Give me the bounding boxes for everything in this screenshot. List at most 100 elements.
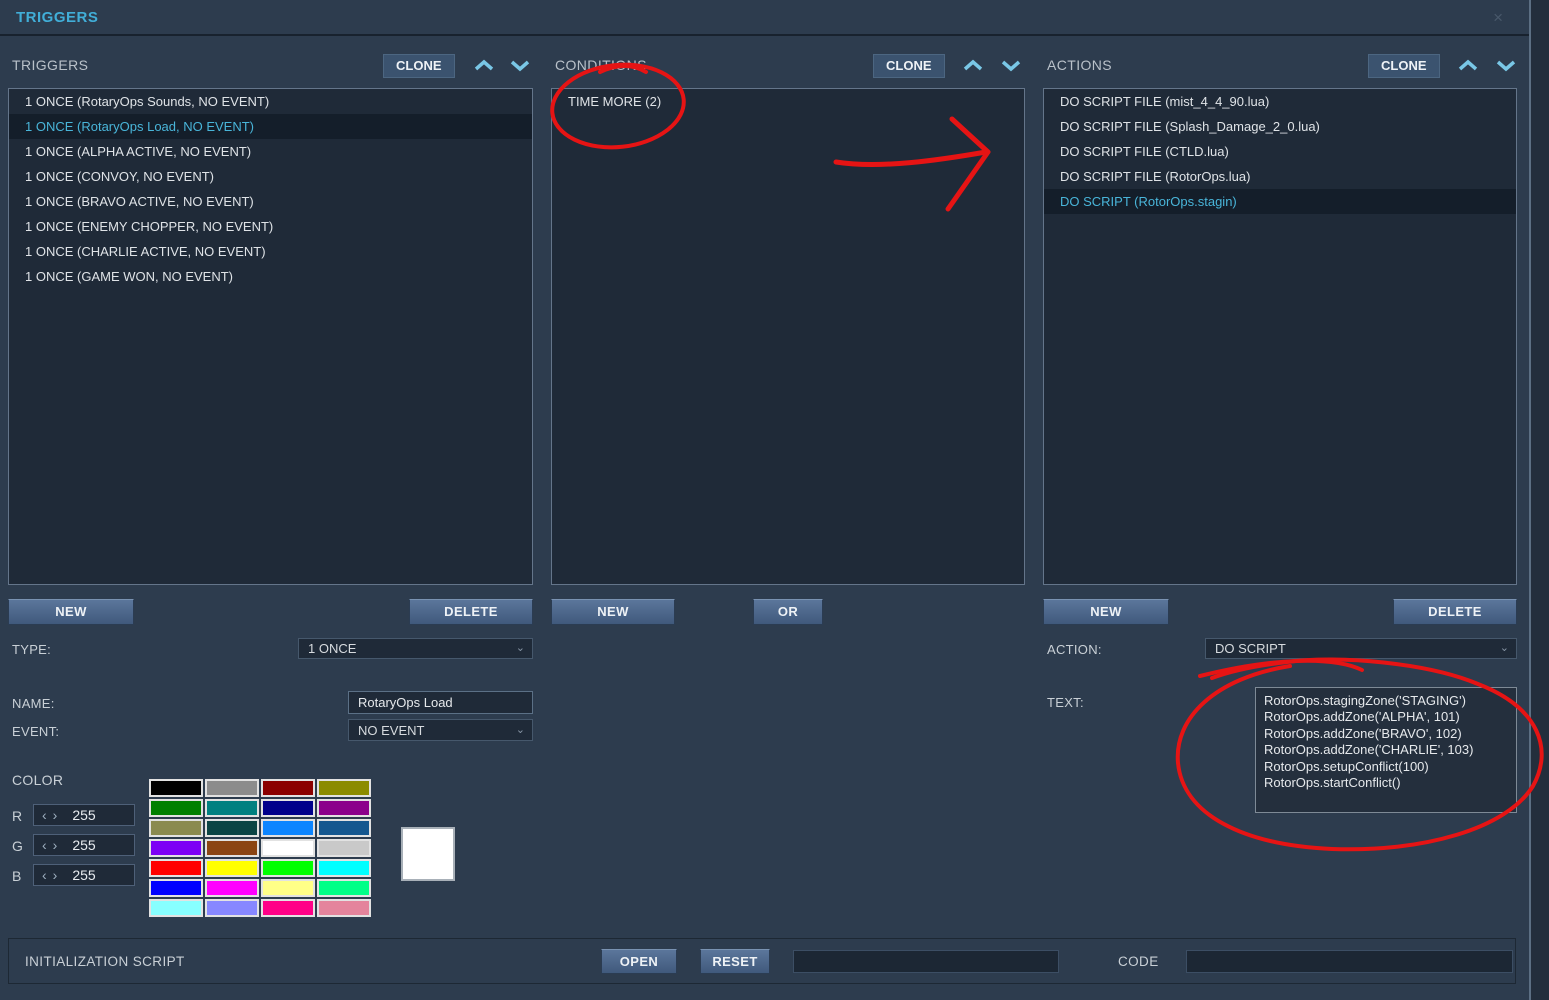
- stepper-arrows-icon[interactable]: ‹›: [34, 807, 63, 823]
- script-textarea[interactable]: RotorOps.stagingZone('STAGING') RotorOps…: [1255, 687, 1517, 813]
- stepper-arrows-icon[interactable]: ‹›: [34, 867, 63, 883]
- actions-delete-button[interactable]: DELETE: [1393, 599, 1517, 625]
- chevron-down-icon: ⌄: [1500, 643, 1509, 654]
- palette-swatch[interactable]: [149, 819, 203, 837]
- color-preview-swatch: [401, 827, 455, 881]
- list-item[interactable]: 1 ONCE (GAME WON, NO EVENT): [9, 264, 532, 289]
- green-value: 255: [63, 837, 95, 853]
- palette-swatch[interactable]: [205, 799, 259, 817]
- list-item[interactable]: DO SCRIPT FILE (Splash_Damage_2_0.lua): [1044, 114, 1516, 139]
- actions-new-button[interactable]: NEW: [1043, 599, 1169, 625]
- list-item[interactable]: TIME MORE (2): [552, 89, 1024, 114]
- list-item[interactable]: 1 ONCE (RotaryOps Load, NO EVENT): [9, 114, 532, 139]
- initialization-script-label: INITIALIZATION SCRIPT: [25, 954, 185, 969]
- list-item[interactable]: DO SCRIPT FILE (RotorOps.lua): [1044, 164, 1516, 189]
- palette-swatch[interactable]: [317, 899, 371, 917]
- text-label: TEXT:: [1047, 695, 1084, 710]
- red-stepper[interactable]: ‹› 255: [33, 804, 135, 826]
- type-dropdown[interactable]: 1 ONCE ⌄: [298, 638, 533, 659]
- code-label: CODE: [1118, 954, 1159, 969]
- palette-swatch[interactable]: [205, 859, 259, 877]
- list-item[interactable]: DO SCRIPT (RotorOps.stagin): [1044, 189, 1516, 214]
- color-palette: [148, 778, 372, 918]
- list-item[interactable]: 1 ONCE (ALPHA ACTIVE, NO EVENT): [9, 139, 532, 164]
- palette-swatch[interactable]: [205, 899, 259, 917]
- palette-swatch[interactable]: [149, 899, 203, 917]
- blue-value: 255: [63, 867, 95, 883]
- palette-swatch[interactable]: [149, 799, 203, 817]
- action-value: DO SCRIPT: [1215, 641, 1286, 656]
- palette-swatch[interactable]: [205, 819, 259, 837]
- palette-swatch[interactable]: [261, 899, 315, 917]
- type-label: TYPE:: [12, 642, 51, 657]
- conditions-or-button[interactable]: OR: [753, 599, 823, 625]
- palette-swatch[interactable]: [317, 859, 371, 877]
- triggers-column-header: TRIGGERS: [12, 57, 88, 73]
- actions-clone-button[interactable]: CLONE: [1368, 54, 1440, 78]
- close-icon[interactable]: ×: [1493, 8, 1503, 28]
- conditions-list: TIME MORE (2): [551, 88, 1025, 585]
- blue-stepper[interactable]: ‹› 255: [33, 864, 135, 886]
- reset-button[interactable]: RESET: [700, 949, 770, 974]
- triggers-move-down-icon[interactable]: [509, 58, 531, 73]
- list-item[interactable]: 1 ONCE (BRAVO ACTIVE, NO EVENT): [9, 189, 532, 214]
- actions-list: DO SCRIPT FILE (mist_4_4_90.lua)DO SCRIP…: [1043, 88, 1517, 585]
- palette-swatch[interactable]: [149, 779, 203, 797]
- palette-swatch[interactable]: [205, 839, 259, 857]
- chevron-down-icon: ⌄: [516, 725, 525, 736]
- actions-move-up-icon[interactable]: [1457, 58, 1479, 73]
- palette-swatch[interactable]: [317, 879, 371, 897]
- palette-swatch[interactable]: [261, 879, 315, 897]
- color-label: COLOR: [12, 772, 63, 788]
- conditions-new-button[interactable]: NEW: [551, 599, 675, 625]
- palette-swatch[interactable]: [205, 779, 259, 797]
- palette-swatch[interactable]: [317, 819, 371, 837]
- list-item[interactable]: 1 ONCE (CHARLIE ACTIVE, NO EVENT): [9, 239, 532, 264]
- list-item[interactable]: 1 ONCE (RotaryOps Sounds, NO EVENT): [9, 89, 532, 114]
- event-label: EVENT:: [12, 724, 59, 739]
- chevron-down-icon: ⌄: [516, 643, 525, 654]
- palette-swatch[interactable]: [149, 879, 203, 897]
- stepper-arrows-icon[interactable]: ‹›: [34, 837, 63, 853]
- palette-swatch[interactable]: [317, 839, 371, 857]
- palette-swatch[interactable]: [317, 779, 371, 797]
- blue-channel-label: B: [12, 868, 22, 884]
- list-item[interactable]: 1 ONCE (CONVOY, NO EVENT): [9, 164, 532, 189]
- palette-swatch[interactable]: [149, 859, 203, 877]
- palette-swatch[interactable]: [205, 879, 259, 897]
- palette-swatch[interactable]: [261, 799, 315, 817]
- palette-swatch[interactable]: [317, 799, 371, 817]
- palette-swatch[interactable]: [261, 819, 315, 837]
- conditions-column-header: CONDITIONS: [555, 57, 647, 73]
- name-label: NAME:: [12, 696, 55, 711]
- triggers-delete-button[interactable]: DELETE: [409, 599, 533, 625]
- conditions-move-up-icon[interactable]: [962, 58, 984, 73]
- list-item[interactable]: DO SCRIPT FILE (mist_4_4_90.lua): [1044, 89, 1516, 114]
- palette-swatch[interactable]: [261, 779, 315, 797]
- palette-swatch[interactable]: [261, 859, 315, 877]
- code-input[interactable]: [1186, 950, 1513, 973]
- actions-move-down-icon[interactable]: [1495, 58, 1517, 73]
- green-stepper[interactable]: ‹› 255: [33, 834, 135, 856]
- palette-swatch[interactable]: [261, 839, 315, 857]
- event-value: NO EVENT: [358, 723, 424, 738]
- event-dropdown[interactable]: NO EVENT ⌄: [348, 719, 533, 741]
- list-item[interactable]: DO SCRIPT FILE (CTLD.lua): [1044, 139, 1516, 164]
- script-file-input[interactable]: [793, 950, 1059, 973]
- red-channel-label: R: [12, 808, 22, 824]
- list-item[interactable]: 1 ONCE (ENEMY CHOPPER, NO EVENT): [9, 214, 532, 239]
- conditions-clone-button[interactable]: CLONE: [873, 54, 945, 78]
- triggers-new-button[interactable]: NEW: [8, 599, 134, 625]
- triggers-clone-button[interactable]: CLONE: [383, 54, 455, 78]
- conditions-move-down-icon[interactable]: [1000, 58, 1022, 73]
- triggers-dialog: TRIGGERS × TRIGGERS CLONE CONDITIONS CLO…: [0, 0, 1531, 1000]
- name-input[interactable]: RotaryOps Load: [348, 691, 533, 714]
- action-dropdown[interactable]: DO SCRIPT ⌄: [1205, 638, 1517, 659]
- triggers-move-up-icon[interactable]: [473, 58, 495, 73]
- type-value: 1 ONCE: [308, 641, 356, 656]
- open-button[interactable]: OPEN: [601, 949, 677, 974]
- dialog-titlebar: TRIGGERS ×: [0, 0, 1529, 36]
- name-value: RotaryOps Load: [358, 695, 453, 710]
- palette-swatch[interactable]: [149, 839, 203, 857]
- triggers-list: 1 ONCE (RotaryOps Sounds, NO EVENT)1 ONC…: [8, 88, 533, 585]
